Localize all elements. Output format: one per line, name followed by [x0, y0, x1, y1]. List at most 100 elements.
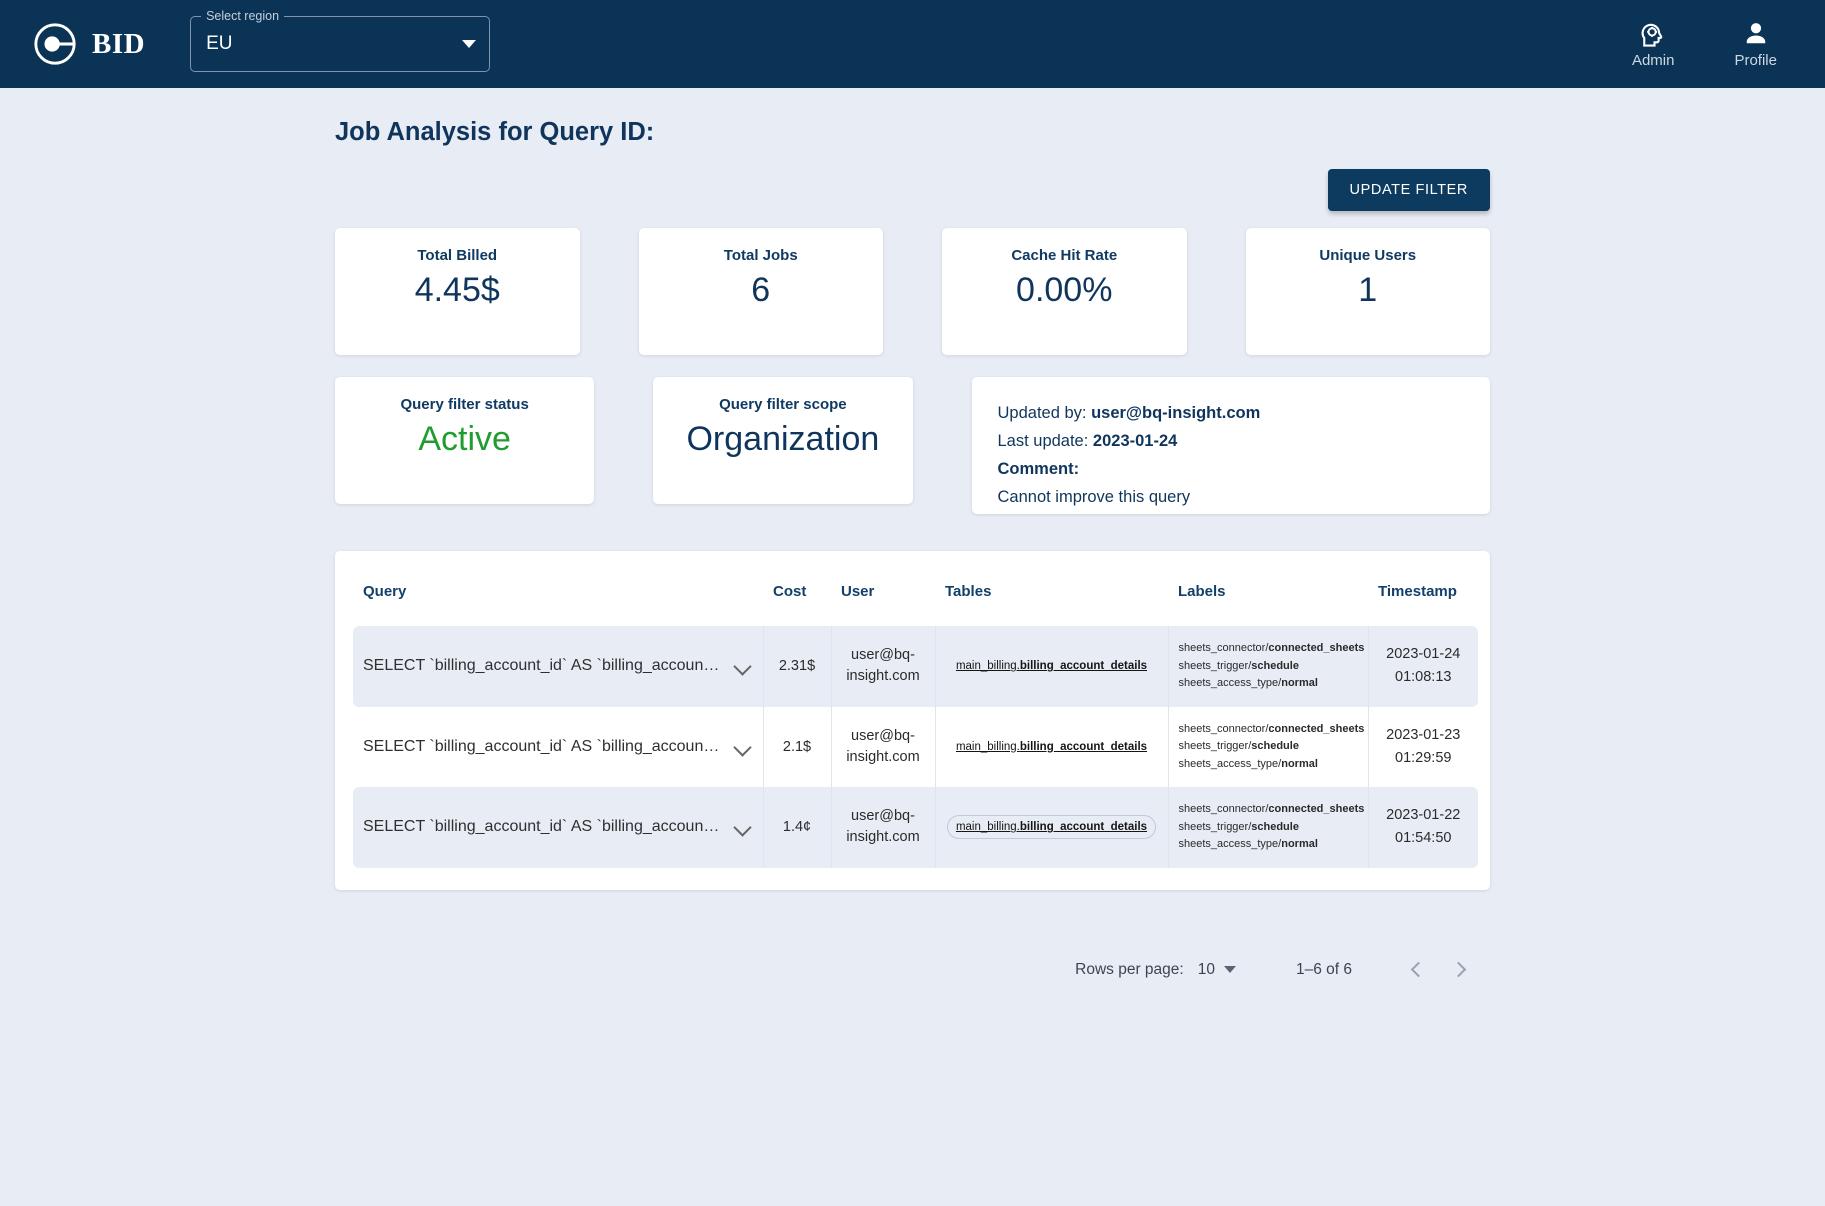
label-key: sheets_connector/ [1178, 642, 1269, 654]
column-header-labels[interactable]: Labels [1168, 573, 1368, 626]
query-text: SELECT `billing_account_id` AS `billing_… [363, 657, 723, 675]
column-header-tables[interactable]: Tables [935, 573, 1168, 626]
last-update-value: 2023-01-24 [1092, 432, 1178, 450]
label-item: sheets_trigger/schedule [1179, 658, 1358, 676]
label-value: schedule [1251, 659, 1299, 672]
region-select-label: Select region [201, 8, 285, 24]
stat-label: Cache Hit Rate [1011, 247, 1118, 264]
table-link[interactable]: main_billing.billing_account_details [947, 735, 1156, 759]
previous-page-button[interactable] [1398, 950, 1438, 990]
timestamp-time: 01:29:59 [1395, 749, 1452, 766]
label-item: sheets_access_type/normal [1179, 756, 1358, 774]
cell-query[interactable]: SELECT `billing_account_id` AS `billing_… [353, 707, 763, 788]
column-header-query[interactable]: Query [353, 573, 763, 626]
timestamp-time: 01:54:50 [1395, 830, 1452, 847]
filter-action-row: UPDATE FILTER [335, 169, 1490, 211]
stat-label: Query filter status [400, 396, 529, 413]
chevron-down-icon[interactable] [733, 817, 753, 837]
brand: BID [32, 21, 145, 67]
cell-user: user@bq-insight.com [830, 706, 935, 787]
rows-per-page-value: 10 [1197, 960, 1215, 978]
column-header-cost[interactable]: Cost [763, 573, 831, 626]
table-prefix: main_billing. [955, 740, 1020, 753]
label-key: sheets_access_type/ [1178, 757, 1282, 770]
rows-per-page-select[interactable]: 10 [1198, 961, 1236, 979]
table-row[interactable]: SELECT `billing_account_id` AS `billing_… [353, 626, 1478, 707]
profile-button[interactable]: Profile [1734, 19, 1777, 69]
cell-query[interactable]: SELECT `billing_account_id` AS `billing_… [353, 626, 763, 707]
table-link[interactable]: main_billing.billing_account_details [947, 815, 1156, 839]
card-filter-metadata: Updated by: user@bq-insight.com Last upd… [971, 377, 1490, 514]
updated-by-value: user@bq-insight.com [1091, 404, 1261, 422]
stat-card-grid: Total Billed 4.45$ Total Jobs 6 Cache Hi… [335, 228, 1490, 355]
cell-timestamp: 2023-01-23 01:29:59 [1367, 706, 1478, 787]
stat-card-total-billed: Total Billed 4.45$ [335, 228, 580, 355]
region-select-value: EU [206, 33, 233, 54]
content-container: Job Analysis for Query ID: UPDATE FILTER… [335, 88, 1490, 990]
label-value: schedule [1251, 820, 1299, 833]
last-update-row: Last update: 2023-01-24 [998, 427, 1465, 455]
updated-by-row: Updated by: user@bq-insight.com [998, 399, 1465, 427]
table-prefix: main_billing. [955, 660, 1020, 673]
stat-value: 6 [751, 271, 771, 309]
cell-tables: main_billing.billing_account_details [934, 626, 1168, 707]
cell-timestamp: 2023-01-22 01:54:50 [1367, 787, 1478, 868]
label-value: normal [1281, 677, 1318, 689]
chevron-left-icon [1410, 961, 1426, 978]
chevron-down-icon[interactable] [733, 656, 753, 676]
label-key: sheets_access_type/ [1178, 838, 1282, 850]
brand-name: BID [92, 27, 146, 60]
table-row[interactable]: SELECT `billing_account_id` AS `billing_… [353, 706, 1478, 788]
page-title: Job Analysis for Query ID: [335, 118, 655, 146]
stat-label: Total Billed [417, 247, 498, 264]
query-expander[interactable]: SELECT `billing_account_id` AS `billing_… [363, 817, 753, 837]
stat-value: Organization [686, 420, 880, 458]
cell-labels: sheets_connector/connected_sheets sheets… [1167, 787, 1368, 868]
label-value: schedule [1251, 740, 1299, 752]
admin-head-gear-icon [1641, 23, 1663, 47]
updated-by-label: Updated by: [997, 404, 1092, 422]
admin-button[interactable]: Admin [1632, 19, 1674, 69]
cell-user: user@bq-insight.com [830, 626, 935, 707]
chevron-down-icon [462, 40, 477, 48]
jobs-table-card: Query Cost User Tables Labels Timestamp … [335, 551, 1490, 890]
region-select[interactable]: Select region EU [190, 8, 491, 72]
query-expander[interactable]: SELECT `billing_account_id` AS `billing_… [363, 737, 753, 757]
cell-query[interactable]: SELECT `billing_account_id` AS `billing_… [353, 787, 763, 868]
cell-timestamp: 2023-01-24 01:08:13 [1367, 626, 1478, 707]
jobs-table-body: SELECT `billing_account_id` AS `billing_… [353, 626, 1478, 868]
stat-label: Total Jobs [723, 247, 798, 264]
label-item: sheets_connector/connected_sheets [1179, 721, 1365, 739]
cell-cost: 2.1$ [762, 706, 831, 787]
next-page-button[interactable] [1438, 950, 1478, 990]
stat-label: Query filter scope [719, 396, 847, 413]
stat-card-unique-users: Unique Users 1 [1245, 228, 1490, 355]
timestamp-date: 2023-01-24 [1386, 646, 1461, 663]
card-query-filter-scope: Query filter scope Organization [653, 377, 913, 504]
table-link[interactable]: main_billing.billing_account_details [947, 654, 1156, 678]
table-prefix: main_billing. [955, 821, 1020, 834]
cell-labels: sheets_connector/connected_sheets sheets… [1167, 706, 1368, 787]
label-item: sheets_access_type/normal [1179, 675, 1358, 693]
bid-logo-icon [34, 23, 76, 65]
pagination-range-label: 1–6 of 6 [1295, 960, 1352, 978]
label-key: sheets_trigger/ [1178, 659, 1252, 672]
label-value: normal [1281, 838, 1318, 850]
column-header-user[interactable]: User [831, 573, 935, 626]
update-filter-button[interactable]: UPDATE FILTER [1327, 169, 1490, 211]
last-update-label: Last update: [997, 432, 1093, 450]
label-value: normal [1281, 757, 1318, 770]
table-row[interactable]: SELECT `billing_account_id` AS `billing_… [353, 787, 1478, 868]
query-expander[interactable]: SELECT `billing_account_id` AS `billing_… [363, 656, 753, 676]
jobs-table-header-row: Query Cost User Tables Labels Timestamp [353, 573, 1478, 626]
label-item: sheets_trigger/schedule [1179, 738, 1358, 756]
comment-row: Comment: [998, 455, 1465, 483]
chevron-down-icon[interactable] [733, 737, 753, 757]
label-item: sheets_connector/connected_sheets [1179, 801, 1365, 819]
label-key: sheets_access_type/ [1178, 677, 1282, 689]
column-header-timestamp[interactable]: Timestamp [1368, 573, 1478, 626]
page-body: Job Analysis for Query ID: UPDATE FILTER… [0, 88, 1825, 990]
person-icon [1746, 23, 1765, 44]
card-query-filter-status: Query filter status Active [335, 377, 595, 504]
comment-label: Comment: [997, 460, 1080, 478]
